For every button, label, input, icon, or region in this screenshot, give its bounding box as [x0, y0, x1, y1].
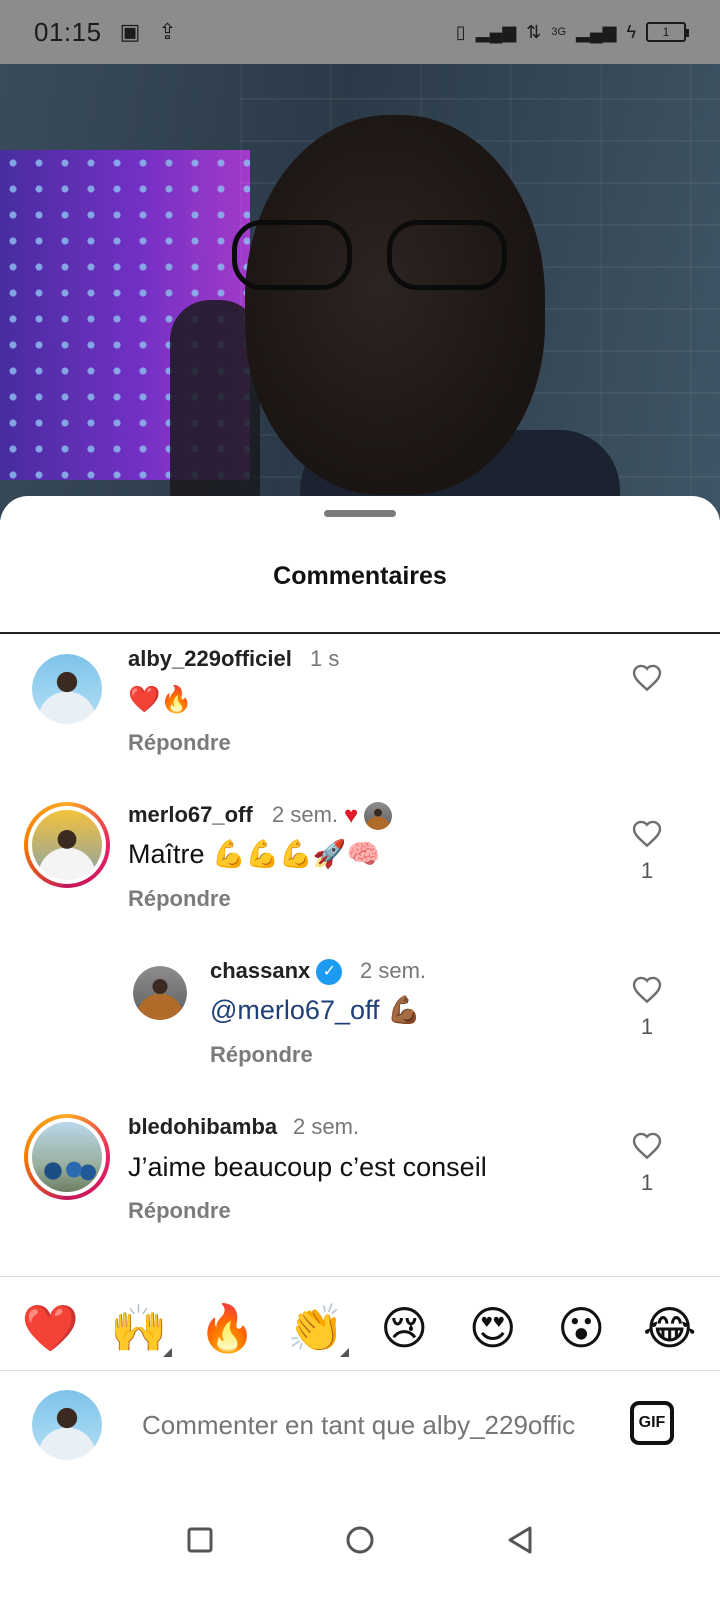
reaction-clap-glyph: 👏	[287, 1302, 345, 1354]
comment-username[interactable]: chassanx ✓	[210, 958, 343, 986]
signal-icon-2: ▂▄▆	[576, 21, 617, 42]
reaction-crying[interactable]: 😢	[369, 1305, 439, 1351]
reaction-raised-hands[interactable]: 🙌	[104, 1302, 174, 1357]
charging-icon: ϟ	[626, 21, 636, 42]
back-button[interactable]	[490, 1510, 550, 1570]
heart-icon	[632, 1132, 662, 1160]
heart-icon	[632, 664, 662, 692]
divider	[0, 1370, 720, 1371]
gif-button[interactable]: GIF	[630, 1401, 674, 1445]
mention-link[interactable]: @merlo67_off	[210, 995, 380, 1025]
recents-button[interactable]	[170, 1510, 230, 1570]
comment-username[interactable]: alby_229officiel	[128, 646, 292, 672]
reaction-heart-eyes[interactable]: 😍	[458, 1305, 528, 1351]
upload-icon: ⇪	[158, 19, 177, 44]
comment-time: 2 sem.	[293, 1114, 360, 1139]
circle-icon	[346, 1526, 374, 1554]
avatar[interactable]	[133, 966, 187, 1020]
avatar[interactable]	[24, 802, 110, 888]
reaction-bar: ❤️ 🙌 🔥 👏 😢 😍 😮 😂	[0, 1288, 720, 1368]
signal-icon: ▂▄▆	[475, 21, 517, 42]
divider	[0, 632, 720, 634]
comment-time-text: 2 sem.	[272, 802, 339, 827]
comment-text: Maître 💪💪💪🚀🧠	[128, 839, 381, 869]
reaction-heart[interactable]: ❤️	[15, 1305, 85, 1351]
vibrate-icon: ▯	[455, 21, 466, 42]
reply-button[interactable]: Répondre	[128, 886, 231, 912]
comment-username-text[interactable]: chassanx	[210, 958, 310, 983]
verified-badge-icon: ✓	[316, 959, 343, 986]
comment-text: J’aime beaucoup c’est conseil	[128, 1152, 487, 1182]
heart-icon	[632, 976, 662, 1004]
battery-icon: 1	[646, 22, 689, 42]
comment-text: @merlo67_off 💪🏾	[210, 994, 421, 1026]
battery-level: 1	[662, 25, 670, 39]
reaction-surprised[interactable]: 😮	[546, 1305, 616, 1351]
comment-input[interactable]	[142, 1400, 612, 1450]
like-button[interactable]	[627, 662, 667, 692]
reply-button[interactable]: Répondre	[128, 1198, 231, 1224]
comment-username[interactable]: bledohibamba	[128, 1114, 277, 1140]
skin-tone-corner-icon	[162, 1348, 172, 1357]
reaction-raised-hands-glyph: 🙌	[110, 1302, 168, 1354]
like-count: 1	[640, 1170, 654, 1195]
video-background[interactable]	[0, 0, 720, 520]
sheet-title: Commentaires	[273, 562, 447, 590]
avatar[interactable]	[32, 654, 102, 724]
comment-time: 1 s	[310, 646, 340, 671]
reply-button[interactable]: Répondre	[128, 730, 231, 756]
data-arrows-icon: ⇅	[526, 21, 542, 42]
creator-heart-icon: ♥	[344, 802, 359, 830]
divider	[0, 1276, 720, 1277]
network-type: 3G	[551, 26, 567, 38]
status-bar: 01:15 ▣ ⇪ ▯ ▂▄▆ ⇅ 3G ▂▄▆ ϟ 1	[0, 0, 720, 64]
drag-handle[interactable]	[324, 510, 396, 517]
triangle-back-icon	[508, 1526, 532, 1554]
heart-icon	[632, 820, 662, 848]
gallery-icon: ▣	[119, 19, 141, 44]
like-count: 1	[640, 1014, 654, 1039]
home-button[interactable]	[330, 1510, 390, 1570]
person-head-image	[245, 115, 545, 495]
comment-time: 2 sem.	[360, 958, 427, 983]
like-count: 1	[640, 858, 654, 883]
like-button[interactable]: 1	[627, 1130, 667, 1196]
reaction-fire[interactable]: 🔥	[192, 1305, 262, 1351]
comment-time: 2 sem. ♥	[272, 802, 393, 831]
skin-tone-corner-icon	[339, 1348, 349, 1357]
comment-username[interactable]: merlo67_off	[128, 802, 253, 828]
reaction-clap[interactable]: 👏	[281, 1302, 351, 1357]
like-button[interactable]: 1	[627, 974, 667, 1040]
reply-button[interactable]: Répondre	[210, 1042, 313, 1068]
system-nav-bar	[0, 1480, 720, 1600]
status-time: 01:15	[34, 16, 102, 47]
square-icon	[187, 1527, 213, 1553]
like-button[interactable]: 1	[627, 818, 667, 884]
comment-text: ❤️🔥	[128, 684, 193, 714]
current-user-avatar[interactable]	[32, 1390, 102, 1460]
comment-emoji: 💪🏾	[387, 995, 421, 1025]
creator-avatar	[364, 802, 393, 831]
glasses-image	[232, 220, 522, 300]
avatar[interactable]	[24, 1114, 110, 1200]
reaction-laughing[interactable]: 😂	[635, 1305, 705, 1351]
